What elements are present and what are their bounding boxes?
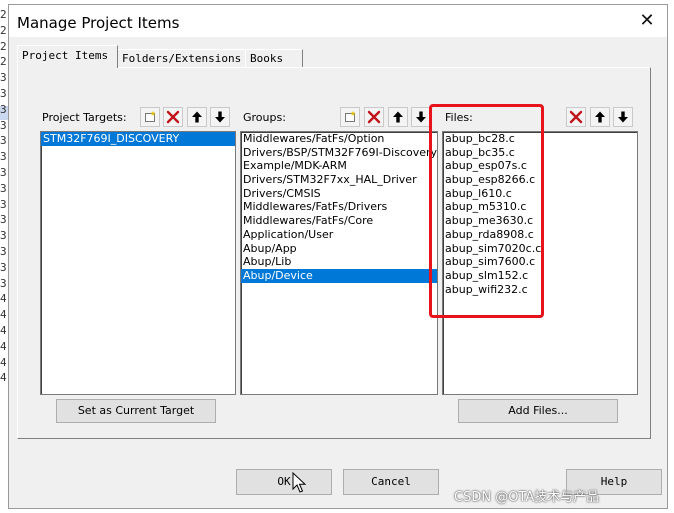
delete-icon (166, 110, 180, 124)
groups-label: Groups: (243, 111, 286, 124)
tab-project-items[interactable]: Project Items (17, 45, 118, 68)
tab-folders-extensions[interactable]: Folders/Extensions (117, 49, 247, 68)
move-group-up-button[interactable] (388, 107, 408, 127)
file-list-item[interactable]: abup_m5310.c (443, 200, 637, 214)
background-line-number: 3 (0, 213, 7, 227)
group-list-item[interactable]: Abup/Device (241, 268, 437, 283)
add-files-label: Add Files... (508, 404, 568, 417)
ok-label: OK (277, 475, 291, 488)
close-icon[interactable]: ✕ (637, 11, 657, 31)
background-line-number: 3 (0, 166, 7, 179)
help-label: Help (600, 475, 628, 488)
set-as-current-target-button[interactable]: Set as Current Target (56, 399, 216, 423)
background-line-number: 3 (0, 118, 7, 132)
background-line-number: 2 (0, 39, 7, 53)
background-line-number: 4 (0, 324, 7, 337)
new-item-icon (345, 111, 356, 122)
file-list-item[interactable]: abup_bc35.c (443, 146, 637, 160)
background-line-number: 3 (0, 260, 7, 274)
project-targets-label: Project Targets: (42, 111, 127, 124)
group-list-item[interactable]: Example/MDK-ARM (241, 159, 437, 173)
background-line-number: 3 (0, 71, 7, 85)
group-list-item[interactable]: Drivers/CMSIS (241, 187, 437, 201)
add-files-button[interactable]: Add Files... (458, 399, 618, 423)
ok-button[interactable]: OK (236, 469, 332, 495)
background-line-number: 3 (0, 276, 7, 290)
background-line-number: 4 (0, 355, 7, 369)
background-line-number: 3 (0, 102, 7, 116)
file-list-item[interactable]: abup_sim7600.c (443, 255, 637, 269)
delete-target-button[interactable] (163, 107, 183, 127)
title-bar: Manage Project Items ✕ (9, 5, 667, 37)
group-list-item[interactable]: Middlewares/FatFs/Core (241, 214, 437, 228)
window-title: Manage Project Items (17, 14, 180, 32)
group-list-item[interactable]: Application/User (241, 228, 437, 242)
set-as-current-target-label: Set as Current Target (77, 404, 195, 417)
groups-list[interactable]: Middlewares/FatFs/Option Drivers/BSP/STM3… (240, 131, 438, 395)
cancel-label: Cancel (371, 475, 411, 488)
move-target-up-button[interactable] (187, 107, 207, 127)
file-list-item[interactable]: abup_l610.c (443, 187, 637, 201)
background-line-number: 3 (0, 87, 7, 100)
arrow-up-icon (393, 111, 403, 123)
arrow-down-icon (618, 111, 628, 123)
file-list-item[interactable]: abup_bc28.c (443, 132, 637, 146)
delete-group-button[interactable] (364, 107, 384, 127)
cancel-button[interactable]: Cancel (343, 469, 439, 495)
background-editor-strip: 2 2 2 2 3 3 3 3 3 3 3 3 3 3 3 3 3 3 4 4 4 4 4 4 (0, 0, 8, 513)
arrow-up-icon (192, 111, 202, 123)
target-list-item[interactable]: STM32F769I_DISCOVERY (41, 132, 235, 146)
file-list-item[interactable]: abup_rda8908.c (443, 228, 637, 242)
new-group-button[interactable] (340, 107, 360, 127)
move-group-down-button[interactable] (411, 107, 431, 127)
arrow-down-icon (416, 111, 426, 123)
background-line-number: 4 (0, 339, 7, 353)
background-line-number: 3 (0, 229, 7, 243)
tab-label: Books (250, 52, 284, 65)
move-file-down-button[interactable] (613, 107, 633, 127)
manage-project-items-dialog: Manage Project Items ✕ Project Items Fol… (8, 4, 668, 509)
file-list-item[interactable]: abup_esp8266.c (443, 173, 637, 187)
group-list-item[interactable]: Abup/App (241, 242, 437, 256)
background-line-number: 3 (0, 181, 7, 195)
file-list-item[interactable]: abup_wifi232.c (443, 283, 637, 297)
new-item-icon (145, 111, 156, 122)
new-target-button[interactable] (140, 107, 160, 127)
background-line-number: 3 (0, 197, 7, 211)
group-list-item[interactable]: Middlewares/FatFs/Option (241, 132, 437, 146)
delete-file-button[interactable] (566, 107, 586, 127)
arrow-up-icon (595, 111, 605, 123)
project-targets-list[interactable]: STM32F769I_DISCOVERY (40, 131, 236, 395)
delete-icon (367, 110, 381, 124)
background-line-number: 3 (0, 245, 7, 258)
group-list-item[interactable]: Drivers/STM32F7xx_HAL_Driver (241, 173, 437, 187)
file-list-item[interactable]: abup_sim7020c.c (443, 242, 637, 256)
file-list-item[interactable]: abup_esp07s.c (443, 159, 637, 173)
move-file-up-button[interactable] (590, 107, 610, 127)
watermark-text: CSDN @OTA技术与产品 (454, 490, 600, 505)
tab-label: Folders/Extensions (122, 52, 242, 65)
background-line-number: 2 (0, 8, 7, 21)
background-line-number: 4 (0, 371, 7, 385)
background-line-number: 3 (0, 150, 7, 164)
tab-books[interactable]: Books (245, 49, 303, 68)
background-line-number: 3 (0, 134, 7, 148)
mouse-pointer-icon (292, 472, 306, 493)
files-label: Files: (445, 111, 473, 124)
background-line-number: 2 (0, 55, 7, 69)
group-list-item[interactable]: Middlewares/FatFs/Drivers (241, 200, 437, 214)
group-list-item[interactable]: Abup/Lib (241, 255, 437, 269)
file-list-item[interactable]: abup_slm152.c (443, 269, 637, 283)
files-list[interactable]: abup_bc28.c abup_bc35.c abup_esp07s.c abup_… (442, 131, 638, 395)
background-line-number: 4 (0, 292, 7, 306)
group-list-item[interactable]: Drivers/BSP/STM32F769I-Discovery (241, 146, 437, 160)
move-target-down-button[interactable] (210, 107, 230, 127)
file-list-item[interactable]: abup_me3630.c (443, 214, 637, 228)
arrow-down-icon (215, 111, 225, 123)
background-line-number: 2 (0, 23, 7, 37)
delete-icon (569, 110, 583, 124)
tab-label: Project Items (22, 49, 109, 62)
background-line-number: 4 (0, 308, 7, 322)
